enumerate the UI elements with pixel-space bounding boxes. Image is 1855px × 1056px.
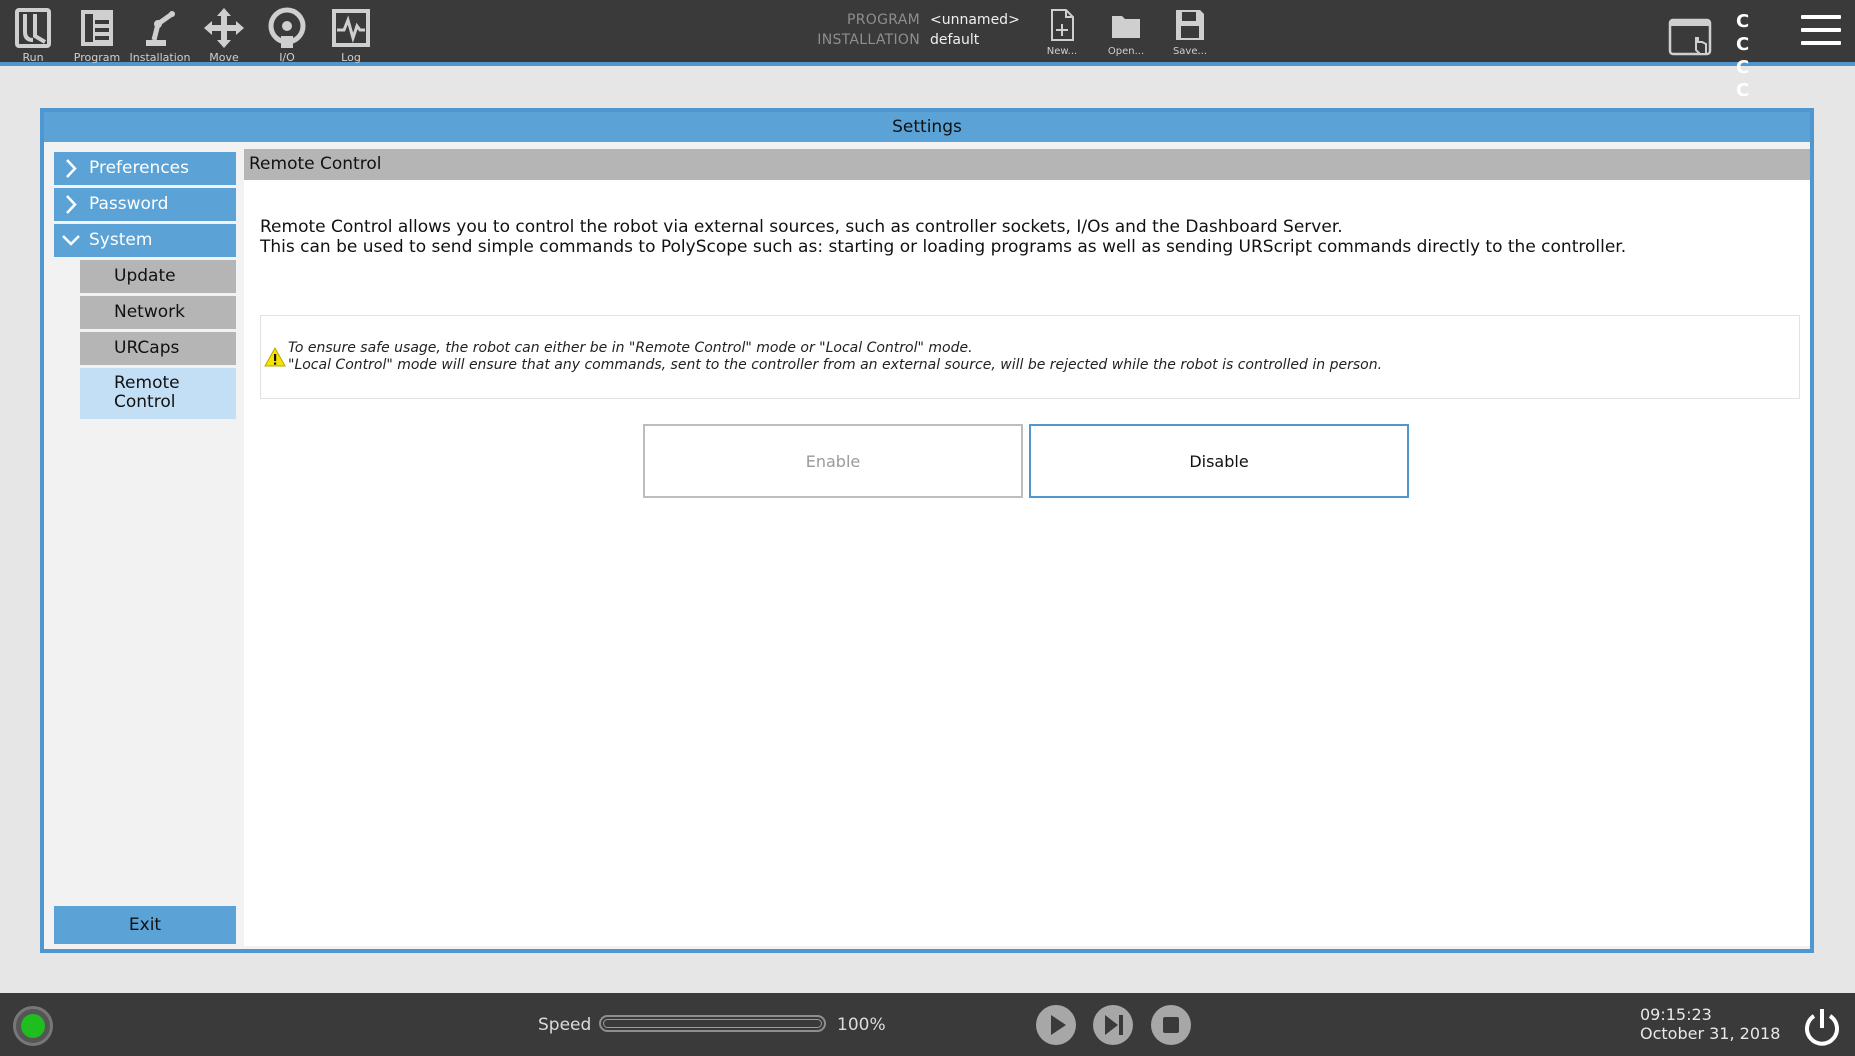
menu-button[interactable]: [1801, 15, 1841, 51]
sidebar-item-update[interactable]: Update: [80, 260, 236, 293]
nav-io-label: I/O: [279, 51, 295, 64]
nav-program-label: Program: [73, 51, 121, 64]
chevron-right-icon: [66, 195, 77, 214]
warning-line-1: To ensure safe usage, the robot can eith…: [288, 340, 973, 356]
speed-value: 100%: [837, 1015, 886, 1035]
nav-move-label: Move: [209, 51, 239, 64]
program-name: <unnamed>: [930, 12, 1020, 28]
settings-sidebar: Preferences Password System Update Netwo…: [54, 152, 236, 946]
nav-log-button[interactable]: Log: [320, 6, 382, 64]
floppy-disk-icon: [1176, 10, 1204, 40]
log-icon: [332, 9, 370, 47]
nav-run-label: Run: [22, 51, 44, 64]
folder-icon: [1112, 16, 1140, 38]
new-label: New...: [1046, 46, 1078, 57]
remote-control-panel: Remote Control Remote Control allows you…: [244, 149, 1810, 946]
new-file-icon: [1051, 9, 1074, 41]
save-button[interactable]: Save...: [1163, 8, 1217, 58]
warning-icon: [264, 346, 286, 367]
teach-pendant-icon[interactable]: [1668, 16, 1714, 58]
save-label: Save...: [1172, 46, 1208, 57]
nav-installation-label: Installation: [129, 51, 191, 64]
open-button[interactable]: Open...: [1099, 8, 1153, 58]
warning-box: To ensure safe usage, the robot can eith…: [260, 315, 1800, 399]
open-label: Open...: [1107, 46, 1145, 57]
sidebar-item-label: Password: [89, 194, 169, 214]
nav-program-button[interactable]: Program: [66, 6, 128, 64]
sidebar-item-network[interactable]: Network: [80, 296, 236, 329]
nav-move-button[interactable]: Move: [193, 6, 255, 64]
time-text: 09:15:23: [1640, 1005, 1712, 1024]
speed-label: Speed: [538, 1015, 592, 1035]
warning-text: To ensure safe usage, the robot can eith…: [288, 340, 1382, 374]
hamburger-icon: [1801, 15, 1841, 19]
step-icon: [1105, 1015, 1123, 1035]
sidebar-item-label: Network: [114, 302, 185, 322]
play-button[interactable]: [1036, 1005, 1076, 1045]
speed-slider[interactable]: [599, 1015, 826, 1032]
panel-title: Remote Control: [244, 149, 1810, 180]
sidebar-item-label: System: [89, 230, 153, 250]
description-line-1: Remote Control allows you to control the…: [260, 217, 1343, 237]
enable-button[interactable]: Enable: [643, 424, 1023, 498]
bottom-bar: Speed 100% 09:15:23 October 31, 2018: [0, 993, 1855, 1056]
installation-name: default: [930, 32, 980, 48]
date-text: October 31, 2018: [1640, 1024, 1781, 1043]
clock: 09:15:23 October 31, 2018: [1640, 1005, 1780, 1043]
description: Remote Control allows you to control the…: [260, 217, 1626, 257]
stop-icon: [1163, 1017, 1179, 1033]
sidebar-item-preferences[interactable]: Preferences: [54, 152, 236, 185]
sidebar-item-password[interactable]: Password: [54, 188, 236, 221]
sidebar-item-label: Preferences: [89, 158, 189, 178]
sidebar-item-system[interactable]: System: [54, 224, 236, 257]
sidebar-item-remote-control[interactable]: Remote Control: [80, 368, 236, 419]
ur-logo-icon: [15, 8, 51, 48]
nav-run-button[interactable]: Run: [2, 6, 64, 64]
program-key: PROGRAM: [847, 12, 920, 28]
io-icon: [268, 7, 306, 48]
settings-title: Settings: [44, 112, 1810, 142]
chevron-down-icon: [62, 235, 80, 246]
nav-installation-button[interactable]: Installation: [129, 6, 191, 64]
disable-button[interactable]: Disable: [1029, 424, 1409, 498]
top-bar: Run Program Installation Move I/O Log PR…: [0, 0, 1855, 101]
cccc-label: C C C C: [1736, 11, 1764, 101]
warning-line-2: "Local Control" mode will ensure that an…: [288, 357, 1383, 373]
stop-button[interactable]: [1151, 1005, 1191, 1045]
sidebar-item-urcaps[interactable]: URCaps: [80, 332, 236, 365]
sidebar-item-label: URCaps: [114, 338, 180, 358]
robot-status-indicator[interactable]: [13, 1006, 53, 1046]
nav-io-button[interactable]: I/O: [256, 6, 318, 64]
step-button[interactable]: [1093, 1005, 1133, 1045]
sidebar-item-label: Update: [114, 266, 176, 286]
sidebar-item-label: Remote Control: [114, 373, 180, 412]
speed-slider-fill: [603, 1019, 822, 1028]
program-info: PROGRAM <unnamed> INSTALLATION default: [800, 12, 1060, 52]
description-line-2: This can be used to send simple commands…: [260, 237, 1627, 257]
new-button[interactable]: New...: [1035, 8, 1089, 58]
program-icon: [81, 10, 113, 46]
installation-key: INSTALLATION: [817, 32, 920, 48]
move-arrows-icon: [204, 8, 244, 48]
exit-button[interactable]: Exit: [54, 906, 236, 944]
settings-dialog: Settings Preferences Password System Upd…: [40, 108, 1814, 953]
chevron-right-icon: [66, 159, 77, 178]
play-icon: [1051, 1015, 1066, 1035]
robot-arm-icon: [146, 11, 175, 46]
nav-log-label: Log: [341, 51, 361, 64]
power-icon[interactable]: [1801, 1006, 1843, 1048]
